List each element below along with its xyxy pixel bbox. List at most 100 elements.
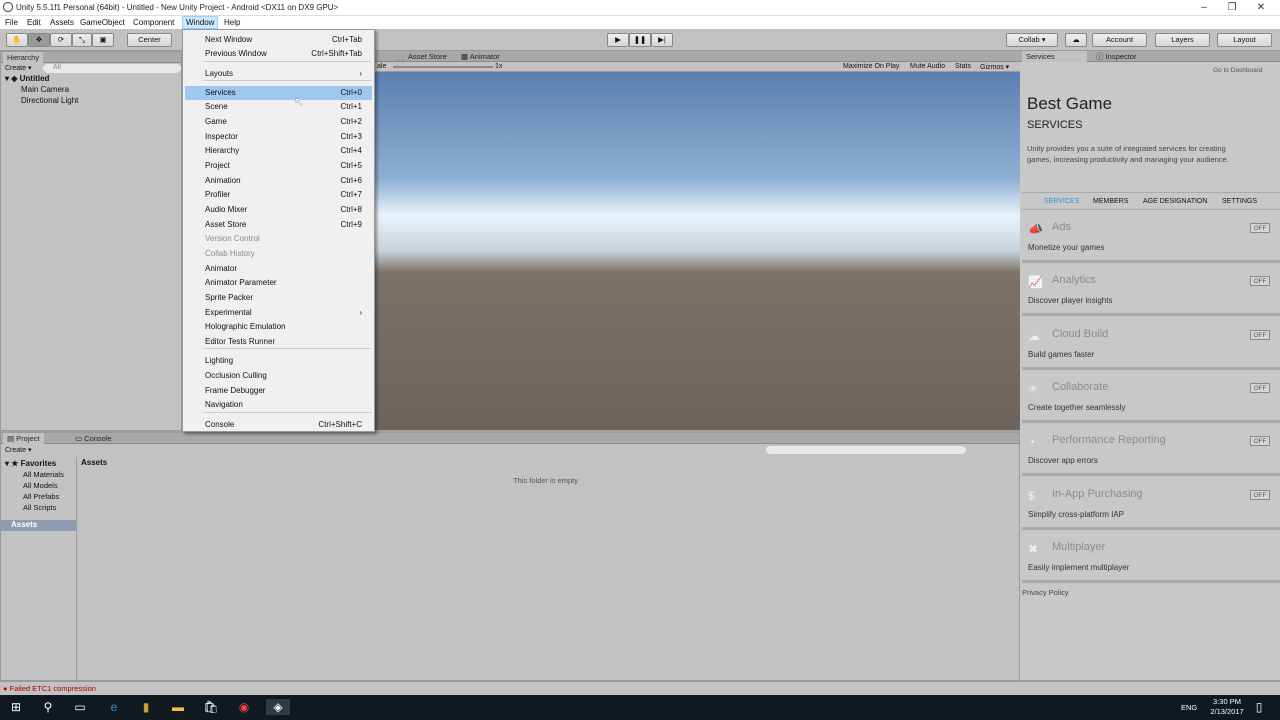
nav-age-designation[interactable]: AGE DESIGNATION xyxy=(1143,198,1207,205)
service-toggle[interactable]: OFF xyxy=(1250,223,1270,233)
window-menu-item-console[interactable]: Console Ctrl+Shift+C xyxy=(185,418,372,432)
layout-dropdown[interactable]: Layout xyxy=(1217,33,1272,47)
window-menu-item-editor-tests-runner[interactable]: Editor Tests Runner xyxy=(185,335,372,349)
menu-edit[interactable]: Edit xyxy=(24,17,44,28)
window-menu-item-inspector[interactable]: Inspector Ctrl+3 xyxy=(185,130,372,144)
window-menu-item-animator-parameter[interactable]: Animator Parameter xyxy=(185,276,372,290)
scale-tool-icon[interactable]: ⤡ xyxy=(72,33,92,47)
tab-hierarchy[interactable]: Hierarchy xyxy=(3,52,44,63)
app-icon[interactable]: ▮ xyxy=(138,699,154,715)
service-row-ads[interactable]: 📣 Ads Monetize your games OFF xyxy=(1022,213,1280,263)
restore-icon[interactable]: ❐ xyxy=(1221,1,1243,14)
window-menu-item-services[interactable]: Services Ctrl+0 xyxy=(185,86,372,100)
window-menu-item-lighting[interactable]: Lighting xyxy=(185,354,372,368)
pivot-center-button[interactable]: Center xyxy=(127,33,172,47)
service-row-in-app-purchasing[interactable]: $ In-App Purchasing Simplify cross-platfor… xyxy=(1022,480,1280,530)
fav-all-scripts[interactable]: All Scripts xyxy=(23,503,56,512)
stats-toggle[interactable]: Stats xyxy=(955,63,971,70)
service-row-analytics[interactable]: 📈 Analytics Discover player insights OFF xyxy=(1022,266,1280,316)
menu-help[interactable]: Help xyxy=(221,17,243,28)
tab-services[interactable]: Services xyxy=(1022,51,1087,62)
service-row-multiplayer[interactable]: ✖ Multiplayer Easily implement multiplayer xyxy=(1022,533,1280,583)
edge-icon[interactable]: e xyxy=(106,699,122,715)
scale-slider[interactable] xyxy=(393,66,493,68)
play-icon[interactable]: ▶ xyxy=(607,33,629,47)
project-create-button[interactable]: Create ▾ xyxy=(5,446,31,454)
store-icon[interactable]: 🛍 xyxy=(203,699,219,715)
window-menu-item-audio-mixer[interactable]: Audio Mixer Ctrl+8 xyxy=(185,203,372,217)
search-icon[interactable]: ⚲ xyxy=(40,699,56,715)
step-icon[interactable]: ▶| xyxy=(651,33,673,47)
nav-members[interactable]: MEMBERS xyxy=(1093,198,1128,205)
notifications-icon[interactable]: ▯ xyxy=(1251,699,1267,715)
service-row-cloud-build[interactable]: ☁ Cloud Build Build games faster OFF xyxy=(1022,320,1280,370)
nav-settings[interactable]: SETTINGS xyxy=(1222,198,1257,205)
menu-file[interactable]: File xyxy=(2,17,21,28)
window-menu-item-frame-debugger[interactable]: Frame Debugger xyxy=(185,384,372,398)
file-explorer-icon[interactable]: ▬ xyxy=(170,699,186,715)
rotate-tool-icon[interactable]: ⟳ xyxy=(50,33,72,47)
hierarchy-item-main-camera[interactable]: Main Camera xyxy=(21,85,69,94)
task-view-icon[interactable]: ▭ xyxy=(72,699,88,715)
menu-component[interactable]: Component xyxy=(130,17,177,28)
window-menu-item-animator[interactable]: Animator xyxy=(185,262,372,276)
hierarchy-create-button[interactable]: Create ▾ xyxy=(5,64,31,72)
service-toggle[interactable]: OFF xyxy=(1250,276,1270,286)
window-menu-item-profiler[interactable]: Profiler Ctrl+7 xyxy=(185,188,372,202)
game-view[interactable] xyxy=(375,72,1020,430)
fav-all-models[interactable]: All Models xyxy=(23,481,58,490)
assets-folder-item[interactable]: Assets xyxy=(1,520,76,531)
service-toggle[interactable]: OFF xyxy=(1250,330,1270,340)
favorites-item[interactable]: ▾ ★ Favorites xyxy=(5,459,56,468)
move-tool-icon[interactable]: ✥ xyxy=(28,33,50,47)
menu-window[interactable]: Window xyxy=(182,16,219,29)
gizmos-dropdown[interactable]: Gizmos ▾ xyxy=(980,63,1009,71)
menu-gameobject[interactable]: GameObject xyxy=(77,17,128,28)
tab-project[interactable]: ▤ Project xyxy=(3,433,44,444)
cloud-icon[interactable]: ☁ xyxy=(1065,33,1087,47)
maximize-on-play-toggle[interactable]: Maximize On Play xyxy=(843,63,899,70)
collab-button[interactable]: Collab ▾ xyxy=(1006,33,1058,47)
window-menu-item-previous-window[interactable]: Previous Window Ctrl+Shift+Tab xyxy=(185,47,372,61)
clock-time[interactable]: 3:30 PM xyxy=(1207,697,1247,706)
service-toggle[interactable]: OFF xyxy=(1250,490,1270,500)
account-dropdown[interactable]: Account xyxy=(1092,33,1147,47)
start-icon[interactable]: ⊞ xyxy=(8,699,24,715)
window-menu-item-experimental[interactable]: Experimental › xyxy=(185,306,372,320)
window-menu-item-animation[interactable]: Animation Ctrl+6 xyxy=(185,174,372,188)
window-menu-item-project[interactable]: Project Ctrl+5 xyxy=(185,159,372,173)
window-menu-item-sprite-packer[interactable]: Sprite Packer xyxy=(185,291,372,305)
service-row-performance-reporting[interactable]: ◔ Performance Reporting Discover app error… xyxy=(1022,426,1280,476)
privacy-policy-link[interactable]: Privacy Policy xyxy=(1022,588,1069,597)
window-menu-item-scene[interactable]: Scene Ctrl+1 xyxy=(185,100,372,114)
go-to-dashboard-link[interactable]: Go to Dashboard xyxy=(1213,67,1263,74)
menu-assets[interactable]: Assets xyxy=(47,17,77,28)
window-menu-item-game[interactable]: Game Ctrl+2 xyxy=(185,115,372,129)
close-icon[interactable]: ✕ xyxy=(1250,1,1272,14)
window-menu-item-hierarchy[interactable]: Hierarchy Ctrl+4 xyxy=(185,144,372,158)
chrome-icon[interactable]: ◉ xyxy=(236,699,252,715)
tab-console[interactable]: ▭ Console xyxy=(71,433,116,444)
window-menu-item-asset-store[interactable]: Asset Store Ctrl+9 xyxy=(185,218,372,232)
fav-all-materials[interactable]: All Materials xyxy=(23,470,64,479)
minimize-icon[interactable]: – xyxy=(1193,1,1215,14)
hierarchy-search-input[interactable]: All xyxy=(43,64,181,73)
unity-taskbar-icon[interactable]: ◈ xyxy=(266,699,290,715)
window-menu-item-holographic-emulation[interactable]: Holographic Emulation xyxy=(185,320,372,334)
tab-inspector[interactable]: ⓘ Inspector xyxy=(1092,51,1140,62)
tab-asset-store[interactable]: 🛒 Asset Store xyxy=(393,51,451,62)
scene-root-item[interactable]: ▾ ◈ Untitled xyxy=(5,74,49,83)
window-menu-item-occlusion-culling[interactable]: Occlusion Culling xyxy=(185,369,372,383)
nav-services[interactable]: SERVICES xyxy=(1044,198,1079,205)
layers-dropdown[interactable]: Layers xyxy=(1155,33,1210,47)
pause-icon[interactable]: ❚❚ xyxy=(629,33,651,47)
hierarchy-item-directional-light[interactable]: Directional Light xyxy=(21,96,78,105)
tab-animator[interactable]: ▦ Animator xyxy=(457,51,504,62)
window-menu-item-layouts[interactable]: Layouts › xyxy=(185,67,372,81)
clock-date[interactable]: 2/13/2017 xyxy=(1203,707,1251,716)
project-search-input[interactable] xyxy=(766,446,966,454)
rect-tool-icon[interactable]: ▣ xyxy=(92,33,114,47)
service-toggle[interactable]: OFF xyxy=(1250,436,1270,446)
fav-all-prefabs[interactable]: All Prefabs xyxy=(23,492,59,501)
mute-audio-toggle[interactable]: Mute Audio xyxy=(910,63,945,70)
